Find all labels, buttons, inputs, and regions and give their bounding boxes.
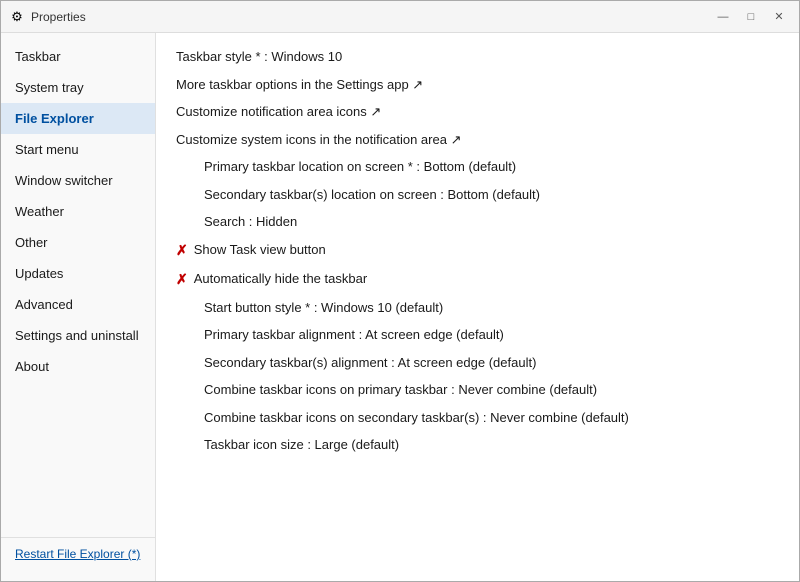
sidebar: Taskbar System tray File Explorer → Star… bbox=[1, 33, 156, 581]
title-bar: ⚙ Properties — □ ✕ bbox=[1, 1, 799, 33]
content-area: Taskbar System tray File Explorer → Star… bbox=[1, 33, 799, 581]
prop-start-button-style: Start button style * : Windows 10 (defau… bbox=[176, 298, 779, 318]
prop-taskbar-style: Taskbar style * : Windows 10 bbox=[176, 47, 779, 67]
prop-primary-taskbar-alignment: Primary taskbar alignment : At screen ed… bbox=[176, 325, 779, 345]
sidebar-item-weather[interactable]: Weather bbox=[1, 196, 155, 227]
sidebar-item-window-switcher[interactable]: Window switcher bbox=[1, 165, 155, 196]
prop-customize-notification[interactable]: Customize notification area icons ↗ bbox=[176, 102, 779, 122]
sidebar-item-start-menu[interactable]: Start menu bbox=[1, 134, 155, 165]
maximize-button[interactable]: □ bbox=[739, 6, 763, 28]
sidebar-item-system-tray[interactable]: System tray bbox=[1, 72, 155, 103]
x-mark-task-view: ✗ bbox=[176, 240, 188, 261]
title-bar-controls: — □ ✕ bbox=[711, 6, 791, 28]
prop-auto-hide-taskbar[interactable]: ✗ Automatically hide the taskbar bbox=[176, 269, 779, 290]
close-button[interactable]: ✕ bbox=[767, 6, 791, 28]
sidebar-item-other[interactable]: Other bbox=[1, 227, 155, 258]
prop-more-taskbar-options[interactable]: More taskbar options in the Settings app… bbox=[176, 75, 779, 95]
sidebar-item-updates[interactable]: Updates bbox=[1, 258, 155, 289]
sidebar-item-file-explorer[interactable]: File Explorer → bbox=[1, 103, 155, 134]
prop-combine-icons-secondary: Combine taskbar icons on secondary taskb… bbox=[176, 408, 779, 428]
properties-window: ⚙ Properties — □ ✕ Taskbar System tray F… bbox=[0, 0, 800, 582]
prop-combine-icons-primary: Combine taskbar icons on primary taskbar… bbox=[176, 380, 779, 400]
prop-search: Search : Hidden bbox=[176, 212, 779, 232]
prop-customize-system-icons[interactable]: Customize system icons in the notificati… bbox=[176, 130, 779, 150]
x-mark-auto-hide: ✗ bbox=[176, 269, 188, 290]
prop-secondary-taskbar-location: Secondary taskbar(s) location on screen … bbox=[176, 185, 779, 205]
prop-secondary-taskbar-alignment: Secondary taskbar(s) alignment : At scre… bbox=[176, 353, 779, 373]
prop-primary-taskbar-location: Primary taskbar location on screen * : B… bbox=[176, 157, 779, 177]
main-content: Taskbar style * : Windows 10 More taskba… bbox=[156, 33, 799, 581]
sidebar-footer: Restart File Explorer (*) bbox=[1, 537, 155, 573]
prop-taskbar-icon-size: Taskbar icon size : Large (default) bbox=[176, 435, 779, 455]
sidebar-item-about[interactable]: About bbox=[1, 351, 155, 382]
sidebar-item-advanced[interactable]: Advanced bbox=[1, 289, 155, 320]
minimize-button[interactable]: — bbox=[711, 6, 735, 28]
restart-file-explorer-link[interactable]: Restart File Explorer (*) bbox=[15, 547, 140, 561]
sidebar-item-settings-uninstall[interactable]: Settings and uninstall bbox=[1, 320, 155, 351]
window-title: Properties bbox=[31, 10, 711, 24]
sidebar-item-file-explorer-label: File Explorer bbox=[15, 111, 94, 126]
prop-show-task-view[interactable]: ✗ Show Task view button bbox=[176, 240, 779, 261]
window-icon: ⚙ bbox=[9, 9, 25, 25]
sidebar-item-taskbar[interactable]: Taskbar bbox=[1, 41, 155, 72]
